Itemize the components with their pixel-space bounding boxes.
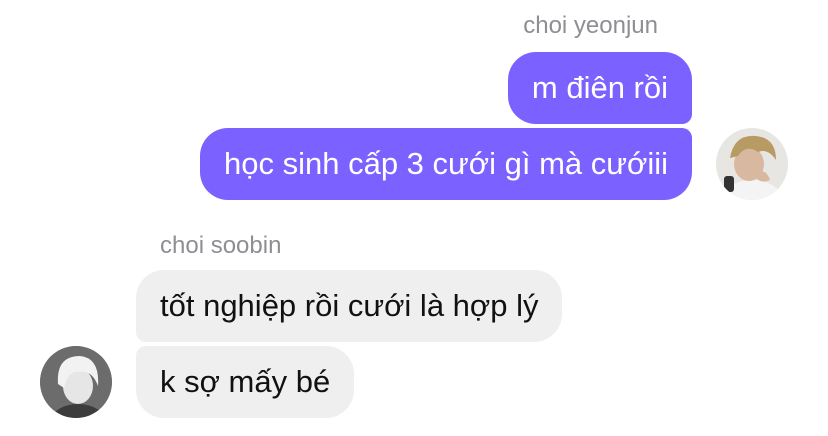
- user-avatar-photo-icon: [716, 128, 788, 200]
- message-bubble[interactable]: tốt nghiệp rồi cưới là hợp lý: [136, 270, 563, 342]
- message-bubble[interactable]: k sợ mấy bé: [136, 346, 355, 418]
- message-bubble[interactable]: m điên rồi: [507, 52, 692, 124]
- user-avatar-photo-icon: [40, 346, 112, 418]
- avatar[interactable]: [716, 128, 788, 200]
- avatar[interactable]: [40, 346, 112, 418]
- message-text: tốt nghiệp rồi cưới là hợp lý: [160, 288, 539, 323]
- message-text: k sợ mấy bé: [160, 364, 331, 399]
- sender-name: choi soobin: [160, 232, 282, 259]
- message-text: m điên rồi: [531, 70, 668, 105]
- message-bubble[interactable]: học sinh cấp 3 cưới gì mà cướiii: [200, 128, 692, 200]
- message-text: học sinh cấp 3 cưới gì mà cướiii: [224, 146, 668, 181]
- sender-name: choi yeonjun: [523, 12, 658, 39]
